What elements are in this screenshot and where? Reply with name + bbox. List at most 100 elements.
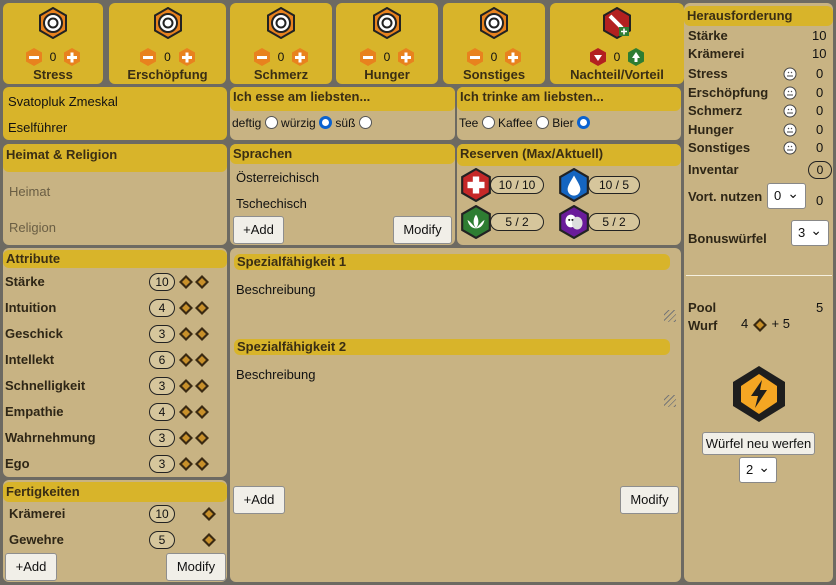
drink-radio-tee[interactable] — [481, 116, 495, 129]
inventar-label: Inventar — [688, 162, 739, 177]
reroll-select[interactable]: 2 — [739, 455, 777, 483]
health-icon — [461, 168, 491, 202]
inventar-value[interactable]: 0 — [808, 161, 832, 179]
challenge-stat-label: Hunger — [688, 121, 734, 137]
minus-icon[interactable] — [24, 47, 44, 67]
drink-radio-bier[interactable] — [576, 116, 590, 129]
spiral-hex-icon — [373, 7, 401, 39]
minus-icon[interactable] — [252, 47, 272, 67]
challenge-stat-value: 0 — [816, 66, 824, 81]
attribute-value[interactable]: 10 — [149, 273, 175, 291]
skill-value[interactable]: 10 — [149, 505, 175, 523]
challenge-stat-label: Sonstiges — [688, 140, 751, 155]
attribute-dice-icon — [178, 274, 210, 293]
challenge-stat-label: Stress — [688, 66, 728, 81]
religion-field[interactable]: Religion — [9, 220, 56, 235]
face-icon — [783, 86, 797, 103]
resize-grip-icon[interactable] — [664, 395, 676, 407]
skill-value[interactable]: 5 — [149, 531, 175, 549]
special-1-title: Spezialfähigkeit 1 — [234, 254, 670, 270]
condition-nachteil-vorteil: 0 Nachteil/Vorteil — [550, 3, 684, 84]
advantage-icon[interactable] — [626, 47, 646, 67]
plus-icon[interactable] — [503, 47, 523, 67]
attribute-label: Empathie — [5, 404, 64, 419]
attribute-label: Intellekt — [5, 352, 55, 367]
disadvantage-icon[interactable] — [588, 47, 608, 67]
wurf-value: 4 + 5 — [741, 316, 790, 333]
language-item: Österreichisch — [236, 170, 320, 185]
reroll-button[interactable]: Würfel neu werfen — [702, 432, 815, 455]
attribute-dice-icon — [178, 326, 210, 345]
challenge-stat-value: 0 — [816, 121, 824, 137]
lightning-die-icon — [733, 366, 785, 422]
spiral-hex-icon — [267, 7, 295, 39]
vort-nutzen-select[interactable]: 0 — [767, 181, 806, 209]
attribute-value[interactable]: 3 — [149, 455, 175, 473]
languages-modify-button[interactable]: Modify — [393, 216, 452, 244]
resize-grip-icon[interactable] — [664, 310, 676, 322]
skill-die-icon — [202, 507, 216, 521]
heimat-field[interactable]: Heimat — [9, 184, 50, 199]
plus-icon[interactable] — [396, 47, 416, 67]
skills-add-button[interactable]: +Add — [5, 553, 57, 581]
character-name[interactable]: Svatopluk Zmeskal — [8, 94, 118, 109]
attribute-value[interactable]: 3 — [149, 429, 175, 447]
drink-radio-kaffee[interactable] — [535, 116, 549, 129]
plus-icon[interactable] — [177, 47, 197, 67]
condition-label: Hunger — [364, 67, 410, 82]
water-value[interactable]: 10 / 5 — [588, 176, 640, 194]
attribute-value[interactable]: 3 — [149, 325, 175, 343]
special-2-description[interactable]: Beschreibung — [236, 367, 316, 382]
plus-icon[interactable] — [290, 47, 310, 67]
lotus-value[interactable]: 5 / 2 — [490, 213, 544, 231]
divider — [686, 275, 832, 276]
mask-value[interactable]: 5 / 2 — [588, 213, 640, 231]
challenge-title: Herausforderung — [684, 6, 833, 26]
attribute-value[interactable]: 6 — [149, 351, 175, 369]
condition-hunger: 0 Hunger — [336, 3, 438, 84]
mask-icon — [559, 205, 589, 239]
character-role[interactable]: Eselführer — [8, 120, 67, 135]
attribute-label: Geschick — [5, 326, 63, 341]
special-add-button[interactable]: +Add — [233, 486, 285, 514]
food-radio-suess[interactable] — [358, 116, 372, 129]
special-modify-button[interactable]: Modify — [620, 486, 679, 514]
challenge-stat-label: Schmerz — [688, 103, 743, 118]
attribute-dice-icon — [178, 352, 210, 371]
spiral-hex-icon — [480, 7, 508, 39]
drink-option-label: Tee — [459, 116, 479, 130]
attribute-label: Schnelligkeit — [5, 378, 86, 393]
vort-nutzen-label: Vort. nutzen — [688, 189, 763, 204]
lotus-icon — [461, 205, 491, 239]
attribute-value[interactable]: 3 — [149, 377, 175, 395]
attribute-label: Intuition — [5, 300, 57, 315]
food-option-label: süß — [335, 116, 356, 130]
special-1-description[interactable]: Beschreibung — [236, 282, 316, 297]
drink-option-label: Kaffee — [498, 116, 533, 130]
challenge-stat-value: 0 — [816, 103, 824, 118]
special-panel — [230, 248, 681, 582]
languages-add-button[interactable]: +Add — [233, 216, 284, 244]
vort-nutzen-value: 0 — [816, 193, 824, 208]
plus-icon[interactable] — [62, 47, 82, 67]
attribute-label: Ego — [5, 456, 30, 471]
food-radio-wuerzig[interactable] — [319, 116, 333, 129]
challenge-stat-label: Erschöpfung — [688, 84, 769, 100]
attributes-title: Attribute — [3, 250, 227, 268]
bonuswuerfel-select[interactable]: 3 — [791, 218, 829, 246]
food-radio-deftig[interactable] — [264, 116, 278, 129]
food-option-label: würzig — [281, 116, 316, 130]
face-icon — [783, 141, 797, 158]
minus-icon[interactable] — [138, 47, 158, 67]
minus-icon[interactable] — [358, 47, 378, 67]
attribute-value[interactable]: 4 — [149, 403, 175, 421]
health-value[interactable]: 10 / 10 — [490, 176, 544, 194]
condition-value: 0 — [164, 50, 171, 64]
attribute-value[interactable]: 4 — [149, 299, 175, 317]
attribute-label: Stärke — [5, 274, 45, 289]
die-icon — [752, 317, 767, 332]
minus-icon[interactable] — [465, 47, 485, 67]
skills-modify-button[interactable]: Modify — [166, 553, 226, 581]
drink-title: Ich trinke am liebsten... — [457, 87, 681, 111]
food-options: deftig würzig süß — [232, 116, 372, 130]
